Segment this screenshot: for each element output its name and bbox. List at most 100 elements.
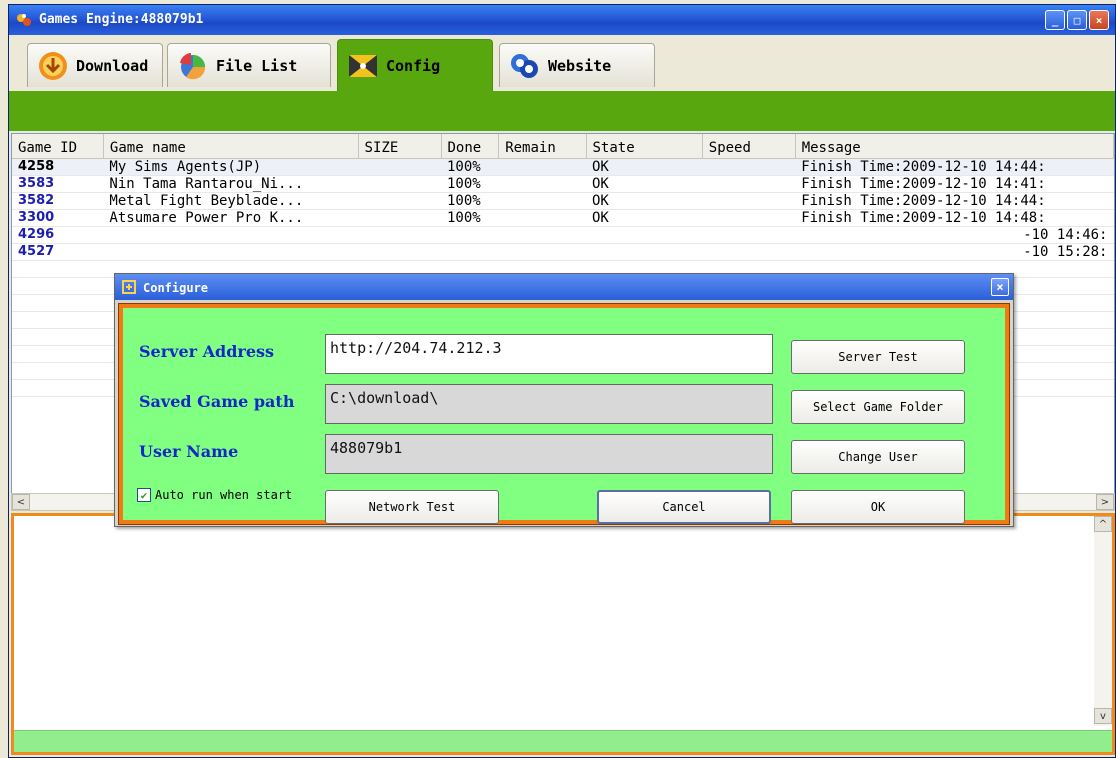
maximize-button[interactable]: □ bbox=[1067, 10, 1087, 30]
tab-config-label: Config bbox=[386, 56, 441, 75]
col-header[interactable]: Game name bbox=[103, 134, 359, 159]
game-message: -10 15:28: bbox=[795, 243, 1114, 261]
tab-download[interactable]: Download bbox=[27, 43, 163, 87]
table-row[interactable]: 4258 My Sims Agents(JP) 100% OK Finish T… bbox=[12, 158, 1114, 176]
scroll-up-button[interactable]: ^ bbox=[1094, 516, 1112, 532]
game-size bbox=[358, 243, 441, 261]
tab-file-list[interactable]: File List bbox=[167, 43, 331, 87]
tab-config[interactable]: Config bbox=[337, 39, 493, 91]
game-id: 4527 bbox=[12, 243, 104, 261]
status-bar bbox=[14, 730, 1112, 752]
dialog-title-bar[interactable]: Configure × bbox=[115, 274, 1013, 300]
table-row[interactable]: 3300 Atsumare Power Pro K... 100% OK Fin… bbox=[12, 209, 1114, 227]
game-name: Metal Fight Beyblade... bbox=[103, 192, 359, 210]
col-header[interactable]: SIZE bbox=[358, 134, 442, 159]
game-remain bbox=[498, 243, 586, 261]
game-id: 3583 bbox=[12, 175, 104, 193]
dialog-close-button[interactable]: × bbox=[991, 278, 1009, 296]
dialog-title: Configure bbox=[143, 281, 209, 295]
game-done: 100% bbox=[441, 209, 499, 227]
config-icon bbox=[349, 54, 377, 77]
game-state: OK bbox=[586, 158, 703, 176]
change-user-button[interactable]: Change User bbox=[791, 440, 965, 474]
game-id: 3582 bbox=[12, 192, 104, 210]
select-game-folder-button[interactable]: Select Game Folder bbox=[791, 390, 965, 424]
game-speed bbox=[702, 243, 796, 261]
game-name: Atsumare Power Pro K... bbox=[103, 209, 359, 227]
server-address-label: Server Address bbox=[139, 342, 275, 361]
game-speed bbox=[702, 209, 796, 227]
game-remain bbox=[498, 226, 586, 244]
log-panel[interactable]: ^ v bbox=[11, 513, 1115, 755]
game-size bbox=[358, 175, 441, 193]
table-row[interactable]: 3582 Metal Fight Beyblade... 100% OK Fin… bbox=[12, 192, 1114, 210]
toolbar-band bbox=[9, 91, 1115, 131]
table-row[interactable]: 3583 Nin Tama Rantarou_Ni... 100% OK Fin… bbox=[12, 175, 1114, 193]
game-speed bbox=[702, 158, 796, 176]
auto-run-label: Auto run when start bbox=[155, 488, 293, 502]
server-address-field[interactable]: http://204.74.212.3 bbox=[325, 334, 773, 374]
game-message: Finish Time:2009-12-10 14:44: bbox=[795, 158, 1114, 176]
game-state bbox=[586, 226, 703, 244]
title-bar[interactable]: Games Engine:488079b1 _ □ × bbox=[9, 5, 1115, 35]
scroll-left-button[interactable]: < bbox=[12, 494, 30, 510]
ok-button[interactable]: OK bbox=[791, 490, 965, 524]
game-speed bbox=[702, 192, 796, 210]
game-name: My Sims Agents(JP) bbox=[103, 158, 359, 176]
table-row[interactable]: 4296 -10 14:46: bbox=[12, 226, 1114, 244]
col-header[interactable]: Game ID bbox=[12, 134, 104, 159]
game-id: 4258 bbox=[12, 158, 104, 176]
game-name: Nin Tama Rantarou_Ni... bbox=[103, 175, 359, 193]
auto-run-checkbox[interactable]: ✔ Auto run when start bbox=[137, 488, 292, 502]
game-name bbox=[103, 243, 359, 261]
game-done: 100% bbox=[441, 192, 499, 210]
col-header[interactable]: State bbox=[586, 134, 703, 159]
dialog-body: Server Address http://204.74.212.3 Serve… bbox=[118, 303, 1010, 525]
checkmark-icon: ✔ bbox=[137, 488, 151, 502]
col-header[interactable]: Speed bbox=[702, 134, 796, 159]
game-id: 3300 bbox=[12, 209, 104, 227]
cancel-button[interactable]: Cancel bbox=[597, 490, 771, 524]
game-message: Finish Time:2009-12-10 14:41: bbox=[795, 175, 1114, 193]
user-name-field[interactable]: 488079b1 bbox=[325, 434, 773, 474]
col-header[interactable]: Done bbox=[441, 134, 500, 159]
game-id: 4296 bbox=[12, 226, 104, 244]
tab-file-list-label: File List bbox=[216, 56, 298, 75]
vertical-scrollbar[interactable]: ^ v bbox=[1094, 516, 1112, 726]
pie-chart-icon bbox=[180, 52, 206, 79]
scroll-down-button[interactable]: v bbox=[1094, 708, 1112, 724]
col-header[interactable]: Message bbox=[795, 134, 1114, 159]
game-state bbox=[586, 243, 703, 261]
game-message: Finish Time:2009-12-10 14:48: bbox=[795, 209, 1114, 227]
game-done: 100% bbox=[441, 158, 499, 176]
game-message: -10 14:46: bbox=[795, 226, 1114, 244]
scroll-right-button[interactable]: > bbox=[1096, 494, 1114, 510]
app-logo-icon bbox=[17, 14, 31, 26]
tab-download-label: Download bbox=[76, 56, 149, 75]
tab-website[interactable]: Website bbox=[499, 43, 655, 87]
close-button[interactable]: × bbox=[1089, 10, 1109, 30]
download-icon bbox=[39, 51, 67, 80]
game-state: OK bbox=[586, 175, 703, 193]
game-remain bbox=[498, 175, 586, 193]
game-remain bbox=[498, 192, 586, 210]
table-row[interactable]: 4527 -10 15:28: bbox=[12, 243, 1114, 261]
game-state: OK bbox=[586, 192, 703, 210]
saved-game-path-label: Saved Game path bbox=[139, 392, 295, 411]
game-done bbox=[441, 243, 499, 261]
col-header[interactable]: Remain bbox=[498, 134, 587, 159]
game-speed bbox=[702, 175, 796, 193]
minimize-button[interactable]: _ bbox=[1045, 10, 1065, 30]
game-name bbox=[103, 226, 359, 244]
server-test-button[interactable]: Server Test bbox=[791, 340, 965, 374]
network-test-button[interactable]: Network Test bbox=[325, 490, 499, 524]
window-title: Games Engine:488079b1 bbox=[39, 12, 204, 27]
game-size bbox=[358, 158, 441, 176]
saved-game-path-field[interactable]: C:\download\ bbox=[325, 384, 773, 424]
game-state: OK bbox=[586, 209, 703, 227]
game-size bbox=[358, 226, 441, 244]
game-remain bbox=[498, 209, 586, 227]
tab-bar: Download File List Config Website bbox=[9, 35, 1115, 91]
globe-icon bbox=[511, 53, 538, 78]
game-size bbox=[358, 209, 441, 227]
